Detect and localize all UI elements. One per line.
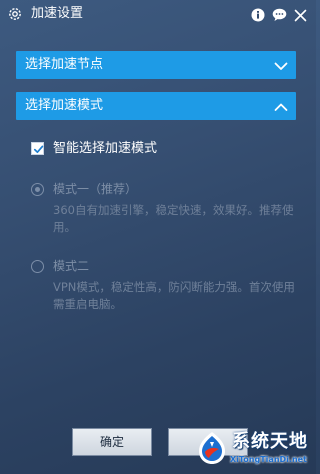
watermark-url: XiTongTianDi.net (230, 455, 307, 464)
info-icon[interactable] (250, 7, 266, 23)
section-select-mode-label: 选择加速模式 (25, 98, 104, 113)
gear-icon (7, 6, 23, 22)
watermark-title: 系统天地 (232, 431, 308, 452)
close-icon[interactable] (292, 7, 308, 23)
smart-mode-label: 智能选择加速模式 (53, 141, 158, 156)
site-watermark: 系统天地 XiTongTianDi.net (190, 428, 314, 472)
confirm-button[interactable]: 确定 (72, 428, 152, 456)
mode-option-2-radio[interactable] (31, 260, 44, 273)
mode-option-1-desc: 360自有加速引擎，稳定快速，效果好。推荐使用。 (53, 203, 294, 234)
section-select-node[interactable]: 选择加速节点 (16, 51, 296, 79)
mode-option-2-title: 模式二 (53, 259, 90, 273)
chevron-up-icon (274, 99, 288, 113)
window-title: 加速设置 (31, 6, 84, 21)
chevron-down-icon (274, 58, 288, 72)
chat-icon[interactable] (271, 7, 287, 23)
section-select-mode[interactable]: 选择加速模式 (16, 92, 296, 120)
mode-option-1-radio[interactable] (31, 183, 44, 196)
mode-option-2-desc: VPN模式，稳定性高，防闪断能力强。首次使用需重启电脑。 (53, 280, 295, 311)
watermark-logo-icon (194, 430, 230, 466)
mode-option-1-title: 模式一（推荐） (53, 182, 138, 196)
title-bar: 加速设置 (0, 0, 316, 30)
smart-mode-checkbox[interactable] (31, 142, 44, 155)
section-select-node-label: 选择加速节点 (25, 57, 104, 72)
